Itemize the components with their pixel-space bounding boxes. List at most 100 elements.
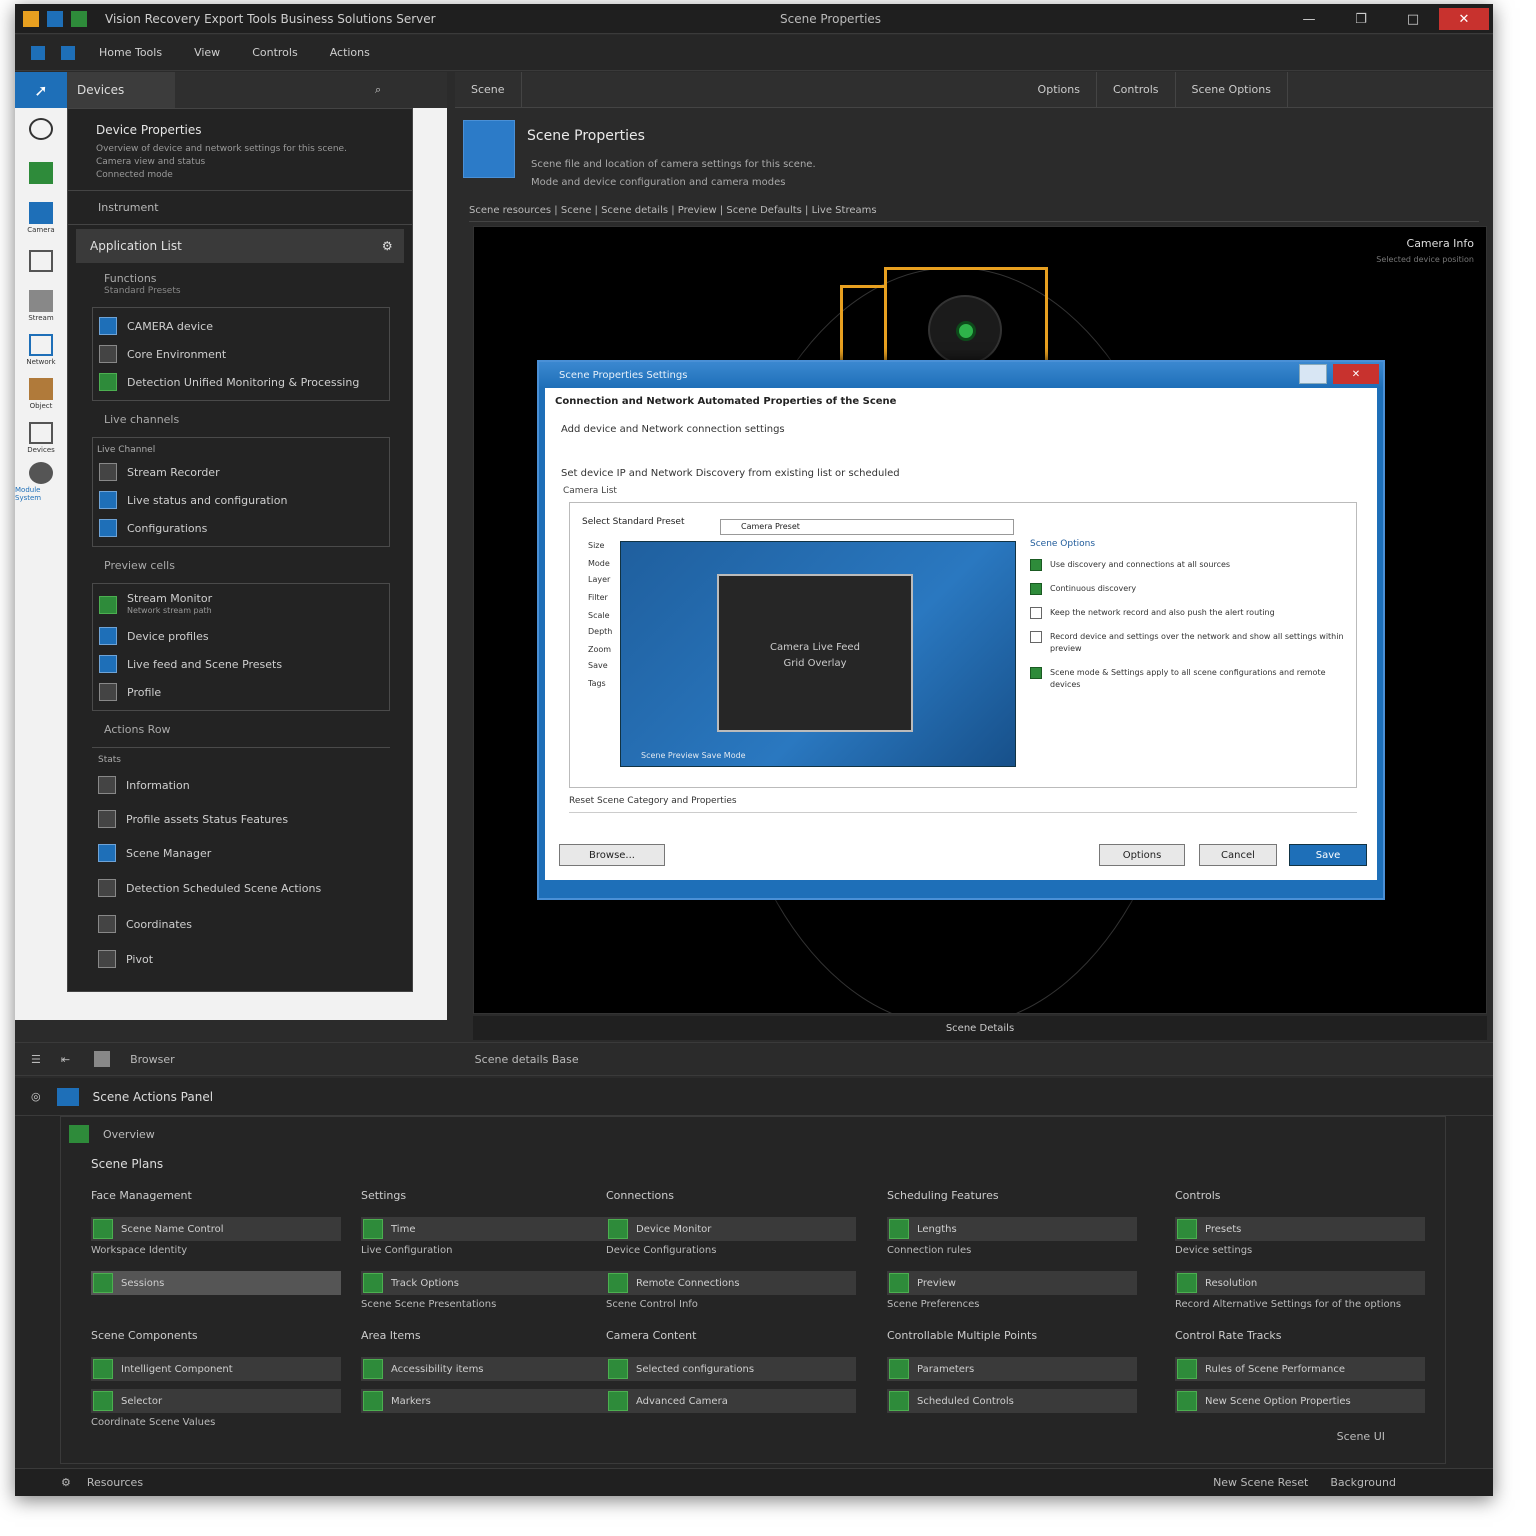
rail-item-link[interactable]	[15, 108, 67, 152]
application-list-bar[interactable]: Application List ⚙	[76, 229, 404, 263]
plan-field[interactable]: Selected configurations	[606, 1357, 856, 1381]
rail-item-object[interactable]: Object	[15, 372, 67, 416]
list-item[interactable]: Profile	[93, 678, 389, 706]
rail-item-globe[interactable]: Module System	[15, 460, 67, 504]
option-radio[interactable]: Mode	[588, 559, 610, 568]
checkbox-option[interactable]: Continuous discovery	[1030, 583, 1350, 595]
plan-field[interactable]: Rules of Scene Performance	[1175, 1357, 1425, 1381]
list-item[interactable]: Core Environment	[93, 340, 389, 368]
folder-icon[interactable]	[61, 45, 75, 60]
resources-icon[interactable]: ⚙	[61, 1476, 71, 1489]
option-radio[interactable]: Save	[588, 661, 608, 670]
list-item[interactable]: Pivot	[92, 942, 390, 976]
plan-field[interactable]: Device Monitor	[606, 1217, 856, 1241]
rail-item-stream[interactable]: Stream	[15, 284, 67, 328]
breadcrumb[interactable]: Scene resources | Scene | Scene details …	[469, 200, 1479, 222]
dialog-close-button[interactable]: ✕	[1333, 364, 1379, 384]
plan-field[interactable]: Presets	[1175, 1217, 1425, 1241]
rail-item-window[interactable]	[15, 240, 67, 284]
option-radio[interactable]: Layer	[588, 575, 610, 584]
plan-field[interactable]: Scheduled Controls	[887, 1389, 1137, 1413]
plan-field[interactable]: Accessibility items	[361, 1357, 611, 1381]
list-icon[interactable]: ☰	[31, 1053, 41, 1066]
plan-field[interactable]: Intelligent Component	[91, 1357, 341, 1381]
save-button[interactable]: Save	[1289, 844, 1367, 866]
options-button[interactable]: Options	[1099, 844, 1185, 866]
tab-options[interactable]: Options	[1022, 71, 1097, 108]
list-item[interactable]: Scene Manager	[92, 836, 390, 870]
plan-field[interactable]: Preview	[887, 1271, 1137, 1295]
checkbox-option[interactable]: Scene mode & Settings apply to all scene…	[1030, 667, 1350, 691]
option-radio[interactable]: Scale	[588, 611, 610, 620]
menu-item-view[interactable]: View	[194, 46, 220, 59]
home-icon[interactable]	[31, 45, 45, 60]
plan-field[interactable]: Sessions	[91, 1271, 341, 1295]
rail-item-sheet[interactable]	[15, 152, 67, 196]
menu-item-home-tools[interactable]: Home Tools	[99, 46, 162, 59]
search-icon[interactable]: ⌕	[375, 83, 381, 97]
dialog-minimize-button[interactable]	[1299, 364, 1327, 384]
list-item[interactable]: Live feed and Scene Presets	[93, 650, 389, 678]
list-item[interactable]: Detection Unified Monitoring & Processin…	[93, 368, 389, 396]
option-radio[interactable]: Depth	[588, 627, 612, 636]
close-button[interactable]: ✕	[1439, 8, 1489, 30]
minimize-button[interactable]: —	[1283, 4, 1335, 34]
checkbox-option[interactable]: Record device and settings over the netw…	[1030, 631, 1350, 655]
option-radio[interactable]: Tags	[588, 679, 606, 688]
circle-icon[interactable]: ◎	[31, 1090, 41, 1103]
list-item[interactable]: Device profiles	[93, 622, 389, 650]
back-icon[interactable]: ⇤	[61, 1053, 70, 1066]
plan-field[interactable]: Scene Name Control	[91, 1217, 341, 1241]
plan-field[interactable]: Parameters	[887, 1357, 1137, 1381]
new-scene-reset-button[interactable]: New Scene Reset	[1213, 1476, 1308, 1489]
list-item[interactable]: Profile assets Status Features	[92, 802, 390, 836]
menu-item-controls[interactable]: Controls	[252, 46, 298, 59]
list-item[interactable]: Detection Scheduled Scene Actions	[92, 870, 390, 906]
tab-scene-options[interactable]: Scene Options	[1176, 71, 1288, 108]
save-icon[interactable]	[47, 10, 63, 27]
resources-label[interactable]: Resources	[87, 1476, 143, 1489]
checkbox-option[interactable]: Use discovery and connections at all sou…	[1030, 559, 1350, 571]
overview-tab[interactable]: Overview	[69, 1123, 155, 1145]
plan-field[interactable]: Remote Connections	[606, 1271, 856, 1295]
option-radio[interactable]: Size	[588, 541, 604, 550]
pointer-tool-icon[interactable]: ➚	[15, 72, 67, 108]
scene-details-label[interactable]: Scene details Base	[475, 1053, 579, 1066]
tab-scene[interactable]: Scene	[455, 71, 522, 108]
rail-item-network[interactable]: Network	[15, 328, 67, 372]
plan-field[interactable]: New Scene Option Properties	[1175, 1389, 1425, 1413]
preset-input[interactable]: Camera Preset	[720, 519, 1014, 535]
list-item[interactable]: CAMERA device	[93, 312, 389, 340]
checkbox-option[interactable]: Keep the network record and also push th…	[1030, 607, 1350, 619]
tab-controls[interactable]: Controls	[1097, 71, 1176, 108]
plan-field[interactable]: Time	[361, 1217, 611, 1241]
preview-pane[interactable]: Camera Live Feed Grid Overlay Scene Previ…	[620, 541, 1016, 767]
cancel-button[interactable]: Cancel	[1199, 844, 1277, 866]
plan-field[interactable]: Resolution	[1175, 1271, 1425, 1295]
list-item[interactable]: Live status and configuration	[93, 486, 389, 514]
list-item[interactable]: Stream Monitor Network stream path	[93, 588, 389, 622]
plan-field[interactable]: Lengths	[887, 1217, 1137, 1241]
browse-button[interactable]: Browse...	[559, 844, 665, 866]
plan-field[interactable]: Markers	[361, 1389, 611, 1413]
option-radio[interactable]: Filter	[588, 593, 608, 602]
plan-field[interactable]: Advanced Camera	[606, 1389, 856, 1413]
restore-button[interactable]: ❐	[1335, 4, 1387, 34]
undo-icon[interactable]	[71, 10, 87, 27]
rail-item-warning[interactable]: Devices	[15, 416, 67, 460]
menu-item-actions[interactable]: Actions	[330, 46, 370, 59]
tab-devices[interactable]: Devices	[67, 72, 175, 108]
list-item[interactable]: Coordinates	[92, 906, 390, 942]
plan-field[interactable]: Track Options	[361, 1271, 611, 1295]
plan-field[interactable]: Selector	[91, 1389, 341, 1413]
background-button[interactable]: Background	[1330, 1476, 1396, 1489]
settings-icon[interactable]: ⚙	[382, 239, 393, 253]
list-item[interactable]: Stream Recorder	[93, 458, 389, 486]
rail-item-camera[interactable]: Camera	[15, 196, 67, 240]
browser-label[interactable]: Browser	[130, 1053, 175, 1066]
browser-icon[interactable]	[94, 1051, 111, 1067]
camera-lens[interactable]	[928, 295, 1002, 365]
reset-category-link[interactable]: Reset Scene Category and Properties	[569, 796, 737, 806]
maximize-button[interactable]: □	[1387, 4, 1439, 34]
list-item[interactable]: Information	[92, 768, 390, 802]
